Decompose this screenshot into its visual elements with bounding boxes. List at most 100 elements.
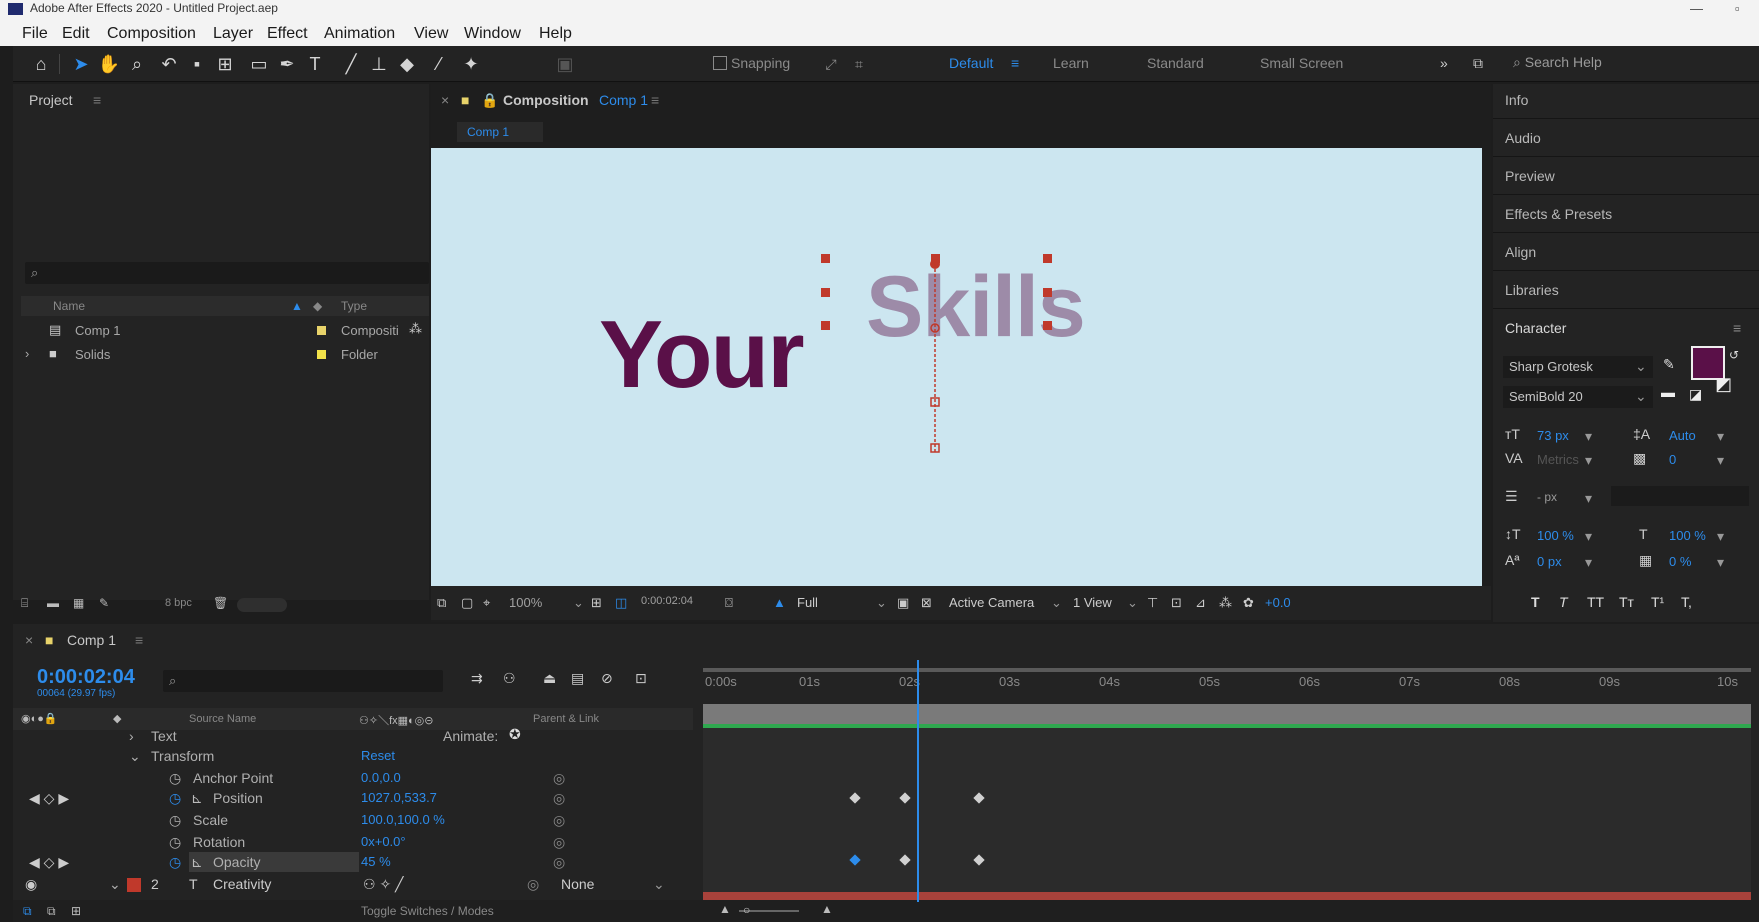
transfer-controls-toggle-icon[interactable]: ⧉ [47,904,56,919]
panel-menu-icon[interactable]: ≡ [651,92,659,108]
layer1-duration-bar[interactable] [703,704,1751,724]
flowchart-icon[interactable]: ⁂ [1219,595,1232,611]
toggle-transparency-icon[interactable]: ⊠ [921,595,932,611]
composition-name[interactable]: Comp 1 [599,92,648,108]
stroke-color-box[interactable]: ◩ [1715,374,1732,395]
font-size-value[interactable]: 73 px [1537,428,1569,443]
rectangle-tool-icon[interactable]: ▭ [247,52,271,76]
expand-chevron-icon[interactable]: ⌄ [109,876,121,893]
faux-italic-button[interactable]: T [1559,594,1568,610]
dropdown-arrow-icon[interactable]: ▾ [1717,528,1724,545]
position-keyframe[interactable] [849,792,861,804]
swap-colors-icon[interactable]: ↺ [1729,348,1739,362]
new-folder-icon[interactable]: ▬ [47,596,59,610]
current-time-indicator[interactable] [917,660,919,902]
panel-info[interactable]: Info [1505,92,1528,108]
expression-pickwhip-icon[interactable]: ◎ [553,812,565,829]
composition-viewer[interactable]: Your Skills [431,148,1482,586]
camera-tool-icon[interactable]: ▪ [185,52,209,76]
all-caps-button[interactable]: TT [1587,594,1604,610]
search-help-input[interactable]: ⌕ Search Help [1513,54,1602,71]
dropdown-arrow-icon[interactable]: ▾ [1717,428,1724,445]
expand-chevron-icon[interactable]: › [25,346,29,361]
prop-scale[interactable]: Scale [193,812,228,828]
stopwatch-active-icon[interactable]: ◷ [169,790,181,807]
text-layer-skills[interactable]: Skills [866,258,1086,357]
dropdown-chevron-icon[interactable]: ⌄ [1051,595,1062,611]
adjust-project-settings-icon[interactable]: ✎ [99,596,109,610]
eraser-tool-icon[interactable]: ◆ [395,52,419,76]
prop-text[interactable]: Text [151,728,177,744]
project-search-input[interactable]: ⌕ [25,262,429,284]
layer-name[interactable]: Creativity [213,876,271,892]
subscript-button[interactable]: T, [1681,594,1692,610]
dropdown-arrow-icon[interactable]: ▾ [1717,452,1724,469]
menu-file[interactable]: File [22,25,48,43]
region-of-interest-icon[interactable]: ▢ [461,595,473,611]
pixel-aspect-icon[interactable]: ⊤ [1147,595,1158,611]
selection-tool-icon[interactable]: ➤ [69,52,93,76]
comp-tab[interactable]: Comp 1 [457,122,543,142]
bounding-box-handle[interactable] [821,321,830,330]
workspace-small-screen[interactable]: Small Screen [1260,55,1343,71]
exposure-value[interactable]: +0.0 [1265,595,1291,610]
panel-preview[interactable]: Preview [1505,168,1555,184]
layer-switches-toggle-icon[interactable]: ⧉ [23,904,32,919]
column-name[interactable]: Name [53,299,85,313]
menu-effect[interactable]: Effect [267,25,308,43]
expression-pickwhip-icon[interactable]: ◎ [553,834,565,851]
rotation-tool-icon[interactable]: ↶ [157,52,181,76]
leading-value[interactable]: Auto [1669,428,1696,443]
menu-composition[interactable]: Composition [107,25,196,43]
panel-menu-icon[interactable]: ≡ [135,632,143,648]
stroke-style-select[interactable] [1611,486,1749,506]
clone-stamp-tool-icon[interactable]: ⊥ [367,52,391,76]
stroke-width-value[interactable]: - px [1537,490,1557,504]
grid-icon[interactable]: ⊞ [591,595,602,611]
zoom-in-icon[interactable]: ▲ [821,902,833,916]
column-parent-link[interactable]: Parent & Link [533,713,599,725]
panel-character[interactable]: Character [1505,320,1566,336]
anchor-point-value[interactable]: 0.0,0.0 [361,770,401,785]
thumbnail-slider[interactable] [237,598,287,612]
parent-pickwhip-icon[interactable]: ◎ [527,876,539,893]
stroke-color-swatch[interactable]: ◪ [1689,386,1702,403]
hand-tool-icon[interactable]: ✋ [97,52,121,76]
bounding-box-handle[interactable] [821,288,830,297]
position-keyframe[interactable] [973,792,985,804]
dropdown-chevron-icon[interactable]: ⌄ [1127,595,1138,611]
viewer-timecode[interactable]: 0:00:02:04 [641,595,693,607]
close-panel-icon[interactable]: × [441,92,449,108]
position-keyframe[interactable] [899,792,911,804]
zoom-slider-thumb[interactable]: ○ [743,903,750,917]
panel-menu-icon[interactable]: ≡ [1733,320,1741,336]
dropdown-chevron-icon[interactable]: ⌄ [1635,388,1647,405]
new-composition-icon[interactable]: ▦ [73,596,84,610]
prop-opacity[interactable]: Opacity [213,854,260,870]
scale-value[interactable]: 100.0,100.0 % [361,812,445,827]
column-type[interactable]: Type [341,299,367,313]
frame-blending-icon[interactable]: ▤ [571,670,584,687]
vertical-scale-value[interactable]: 100 % [1537,528,1574,543]
snapping-checkbox[interactable] [713,56,727,70]
project-item-solids[interactable]: › ■ Solids Folder [21,344,429,366]
expression-pickwhip-icon[interactable]: ◎ [553,790,565,807]
more-workspaces-icon[interactable]: » [1440,55,1448,71]
dropdown-chevron-icon[interactable]: ⌄ [653,876,665,893]
dropdown-chevron-icon[interactable]: ⌄ [876,595,887,611]
in-out-toggle-icon[interactable]: ⊞ [71,904,81,918]
interpret-footage-icon[interactable]: ⌸ [21,596,28,611]
resolution-select[interactable]: Full [797,595,818,610]
snap-features-icon[interactable]: ⌗ [847,52,871,76]
collapse-chevron-icon[interactable]: ⌄ [129,748,141,765]
stopwatch-active-icon[interactable]: ◷ [169,854,181,871]
color-channel-icon[interactable]: ▲ [773,595,786,610]
mask-visibility-icon[interactable]: ⌖ [483,595,490,611]
sort-asc-icon[interactable]: ▲ [291,299,303,313]
prop-position[interactable]: Position [213,790,263,806]
time-ruler[interactable]: 0:00s 01s 02s 03s 04s 05s 06s 07s 08s 09… [703,666,1751,702]
home-icon[interactable]: ⌂ [29,52,53,76]
current-timecode[interactable]: 0:00:02:04 [37,666,135,689]
expression-pickwhip-icon[interactable]: ◎ [553,770,565,787]
text-layer-your[interactable]: Your [599,300,805,410]
